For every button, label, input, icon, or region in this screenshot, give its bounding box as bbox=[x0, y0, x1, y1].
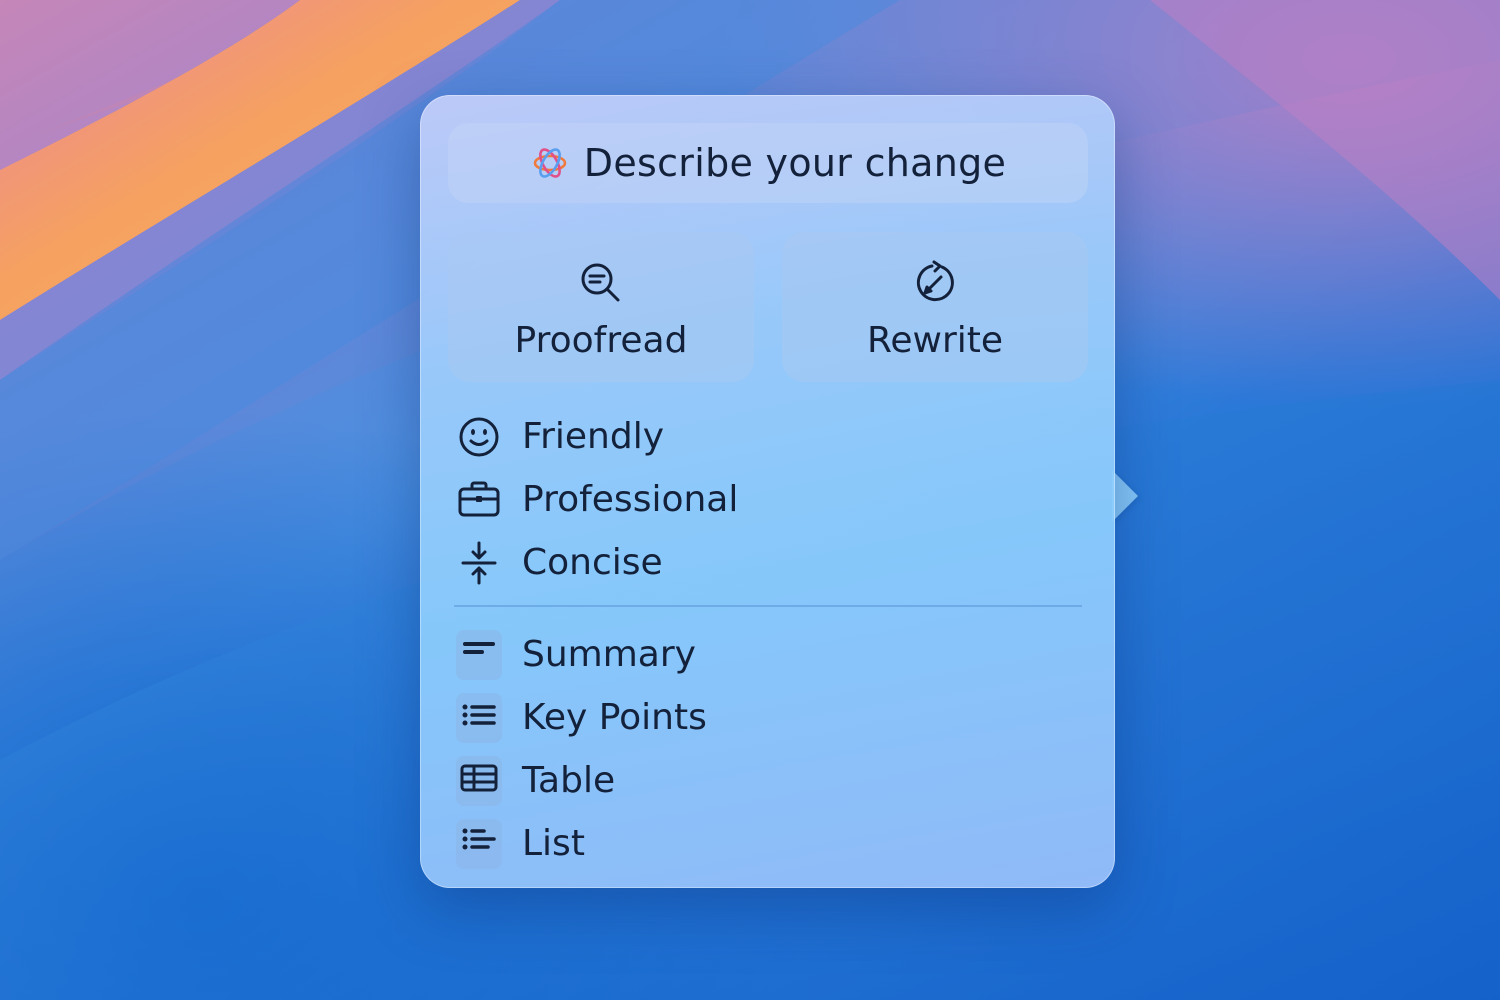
compress-arrows-icon bbox=[461, 541, 497, 584]
table-icon bbox=[460, 764, 498, 791]
menu-item-friendly[interactable]: Friendly bbox=[456, 405, 1086, 468]
bullet-list-icon bbox=[462, 704, 496, 725]
menu-item-label: Concise bbox=[522, 542, 663, 583]
menu-item-label: Summary bbox=[522, 634, 696, 675]
magnifier-text-icon bbox=[581, 263, 620, 302]
smiley-icon bbox=[459, 417, 499, 456]
tone-options-list: Friendly Professional Concise bbox=[456, 405, 1086, 594]
menu-item-key-points[interactable]: Key Points bbox=[456, 686, 1086, 749]
rewrite-button[interactable]: Rewrite bbox=[782, 232, 1088, 382]
summary-lines-icon bbox=[463, 641, 495, 654]
apple-intelligence-icon bbox=[533, 148, 567, 178]
menu-item-label: Table bbox=[522, 760, 616, 801]
menu-item-concise[interactable]: Concise bbox=[456, 531, 1086, 594]
proofread-button[interactable]: Proofread bbox=[448, 232, 754, 382]
writing-tools-popover: Describe your change Proofread Rewrite F… bbox=[420, 95, 1115, 888]
proofread-label: Proofread bbox=[514, 320, 688, 361]
popover-arrow bbox=[1112, 470, 1138, 522]
rewrite-circle-pencil-icon bbox=[916, 260, 954, 302]
describe-change-placeholder: Describe your change bbox=[583, 141, 1007, 185]
menu-item-list[interactable]: List bbox=[456, 812, 1086, 875]
menu-item-professional[interactable]: Professional bbox=[456, 468, 1086, 531]
format-options-list: Summary Key Points Table List bbox=[456, 623, 1086, 875]
menu-item-label: Key Points bbox=[522, 697, 707, 738]
briefcase-icon bbox=[458, 481, 500, 516]
menu-item-label: Professional bbox=[522, 479, 739, 520]
list-icon bbox=[462, 828, 496, 849]
rewrite-label: Rewrite bbox=[866, 320, 1004, 361]
menu-divider bbox=[454, 605, 1082, 607]
menu-item-summary[interactable]: Summary bbox=[456, 623, 1086, 686]
menu-item-table[interactable]: Table bbox=[456, 749, 1086, 812]
menu-item-label: List bbox=[522, 823, 585, 864]
menu-item-label: Friendly bbox=[522, 416, 665, 457]
describe-change-field[interactable]: Describe your change bbox=[448, 123, 1088, 203]
